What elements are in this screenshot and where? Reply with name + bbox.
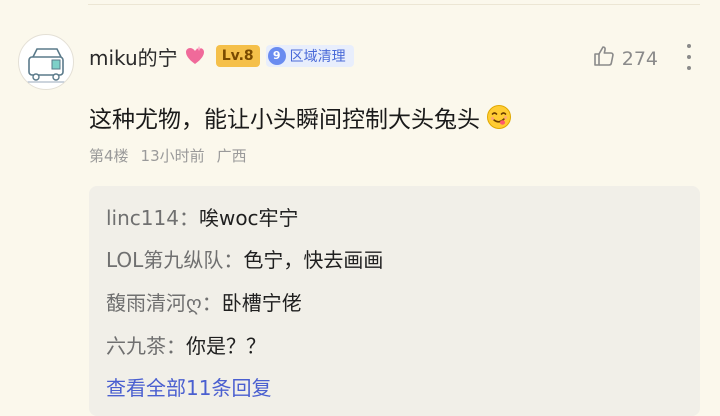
thumbs-up-icon <box>592 44 616 73</box>
reply-item[interactable]: 六九茶：你是？？ <box>106 330 266 359</box>
reply-separator: ： <box>201 291 222 315</box>
reply-separator: ： <box>178 206 199 230</box>
comment-body: 这种尤物，能让小头瞬间控制大头兔头 <box>89 100 512 134</box>
reply-author[interactable]: 馥雨清河ღ <box>106 291 202 315</box>
heart-icon <box>184 45 206 67</box>
savoring-face-emoji-icon <box>486 104 512 130</box>
timestamp: 13小时前 <box>140 147 205 165</box>
reply-author[interactable]: LOL第九纵队 <box>106 248 223 272</box>
level-badge: Lv.8 <box>215 45 260 67</box>
replies-box: linc114：唉woc牢宁 LOL第九纵队：色宁，快去画画 馥雨清河ღ：卧槽宁… <box>89 186 700 416</box>
reply-author[interactable]: linc114 <box>106 206 179 230</box>
reply-item[interactable]: LOL第九纵队：色宁，快去画画 <box>106 244 383 273</box>
reply-author[interactable]: 六九茶 <box>106 334 166 358</box>
avatar-image <box>23 48 71 83</box>
location: 广西 <box>216 147 247 165</box>
region-cleanup-badge[interactable]: 9 区域清理 <box>265 45 354 67</box>
comment-meta: 第4楼 13小时前 广西 <box>89 145 247 166</box>
more-vertical-icon[interactable] <box>684 44 694 70</box>
reply-text: 色宁，快去画画 <box>243 248 384 272</box>
comment-header: miku的宁 Lv.8 9 区域清理 <box>89 42 354 70</box>
region-badge-text: 区域清理 <box>289 49 346 65</box>
like-count: 274 <box>621 47 658 70</box>
username[interactable]: miku的宁 <box>89 42 178 71</box>
comment-text: 这种尤物，能让小头瞬间控制大头兔头 <box>89 107 480 133</box>
top-divider <box>88 4 700 5</box>
avatar[interactable] <box>18 34 74 90</box>
reply-text: 唉woc牢宁 <box>198 206 299 230</box>
reply-item[interactable]: linc114：唉woc牢宁 <box>106 202 299 231</box>
view-all-replies-link[interactable]: 查看全部11条回复 <box>106 372 271 401</box>
reply-text: 你是？？ <box>186 334 266 358</box>
floor-number: 第4楼 <box>89 147 129 165</box>
like-button[interactable]: 274 <box>592 44 658 73</box>
reply-text: 卧槽宁佬 <box>221 291 302 315</box>
reply-item[interactable]: 馥雨清河ღ：卧槽宁佬 <box>106 287 302 316</box>
reply-separator: ： <box>223 248 244 272</box>
region-badge-number: 9 <box>267 47 286 65</box>
reply-separator: ： <box>166 334 186 358</box>
